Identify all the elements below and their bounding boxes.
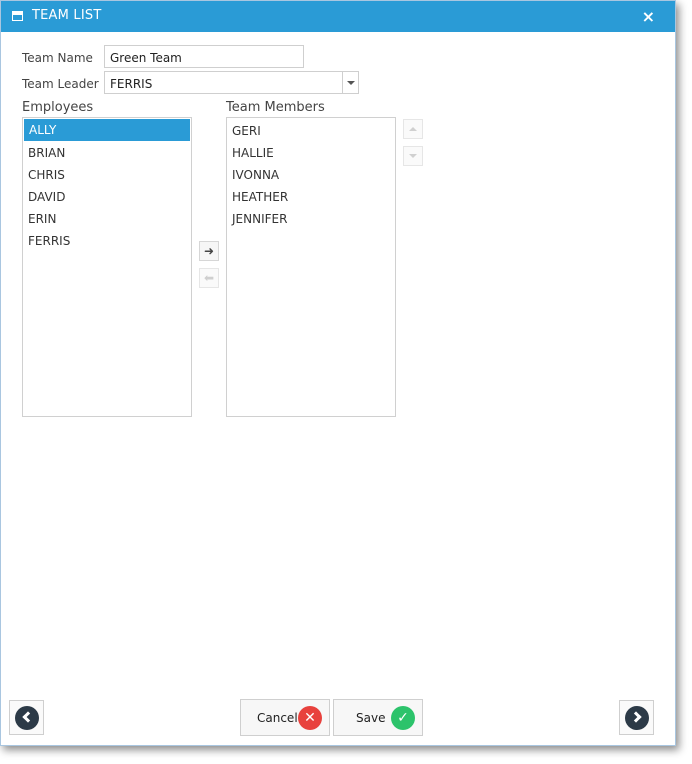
list-item[interactable]: DAVID: [23, 186, 191, 208]
arrow-left-icon: ⬅: [203, 271, 215, 285]
employees-list[interactable]: ALLY BRIAN CHRIS DAVID ERIN FERRIS: [22, 117, 192, 417]
next-button[interactable]: [619, 700, 654, 735]
chevron-up-icon: [409, 127, 417, 131]
list-item[interactable]: HEATHER: [227, 186, 395, 208]
previous-button[interactable]: [9, 700, 44, 735]
save-button[interactable]: Save ✓: [333, 699, 423, 736]
close-icon[interactable]: ×: [642, 7, 655, 26]
window-title: TEAM LIST: [32, 8, 102, 23]
team-name-label: Team Name: [22, 51, 93, 65]
list-item[interactable]: BRIAN: [23, 142, 191, 164]
list-item[interactable]: JENNIFER: [227, 208, 395, 230]
team-leader-select[interactable]: FERRIS: [104, 71, 359, 94]
team-leader-value: FERRIS: [110, 77, 153, 91]
chevron-left-icon: [14, 705, 39, 730]
list-item[interactable]: ERIN: [23, 208, 191, 230]
team-leader-label: Team Leader: [22, 77, 99, 91]
team-members-list[interactable]: GERI HALLIE IVONNA HEATHER JENNIFER: [226, 117, 396, 417]
list-item[interactable]: HALLIE: [227, 142, 395, 164]
list-item[interactable]: CHRIS: [23, 164, 191, 186]
employees-header: Employees: [22, 100, 94, 115]
window-icon: [12, 11, 23, 21]
list-item[interactable]: IVONNA: [227, 164, 395, 186]
team-list-window: TEAM LIST × Team Name Green Team Team Le…: [0, 0, 676, 746]
chevron-right-icon: [624, 705, 649, 730]
cancel-icon: ✕: [298, 706, 322, 730]
check-icon: ✓: [391, 706, 415, 730]
move-down-button[interactable]: [403, 146, 423, 166]
remove-from-team-button[interactable]: ⬅: [199, 268, 219, 288]
title-bar: TEAM LIST ×: [1, 1, 675, 32]
chevron-down-icon[interactable]: [342, 72, 358, 93]
list-item[interactable]: GERI: [227, 120, 395, 142]
add-to-team-button[interactable]: ➜: [199, 241, 219, 261]
team-name-input[interactable]: Green Team: [104, 45, 304, 68]
list-item[interactable]: FERRIS: [23, 230, 191, 252]
save-label: Save: [356, 711, 386, 725]
chevron-down-icon: [409, 154, 417, 158]
cancel-button[interactable]: Cancel ✕: [240, 699, 330, 736]
arrow-right-icon: ➜: [203, 244, 215, 258]
list-item[interactable]: ALLY: [24, 119, 190, 141]
cancel-label: Cancel: [257, 711, 298, 725]
move-up-button[interactable]: [403, 119, 423, 139]
team-members-header: Team Members: [226, 100, 325, 115]
